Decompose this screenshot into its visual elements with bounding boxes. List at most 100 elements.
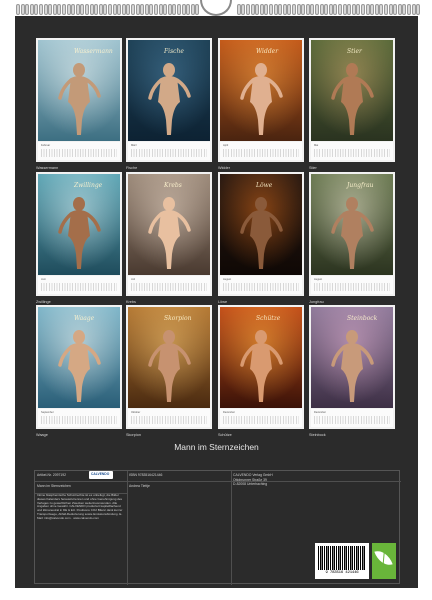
month-image-card: Waage September [36, 305, 122, 429]
binding-ring [71, 4, 76, 15]
zodiac-caption: Schütze [218, 433, 232, 437]
binding-ring [117, 4, 122, 15]
hanger-hook [200, 0, 232, 16]
strip-month-label: Mai [314, 144, 319, 147]
binding-ring [34, 4, 39, 15]
strip-month-label: Juni [41, 278, 46, 281]
binding-ring [301, 4, 306, 15]
binding-ring [177, 4, 181, 15]
day-ticks [314, 416, 390, 424]
zodiac-script-label: Jungfrau [347, 182, 374, 189]
binding-ring [85, 4, 89, 15]
zodiac-script-label: Skorpion [164, 315, 192, 322]
zodiac-artwork: Krebs [128, 174, 210, 275]
binding-ring [108, 4, 112, 15]
binding-ring [140, 4, 145, 15]
strip-month-label: Juli [131, 278, 135, 281]
zodiac-artwork: Waage [38, 307, 120, 408]
strip-month-label: April [223, 144, 229, 147]
binding-ring [80, 4, 85, 15]
binding-ring [52, 4, 57, 15]
binding-ring [374, 4, 379, 15]
zodiac-script-label: Fische [164, 48, 184, 55]
day-ticks [131, 149, 207, 157]
strip-month-label: Dezember [314, 411, 326, 414]
zodiac-caption: Löwe [218, 300, 228, 304]
binding-ring [94, 4, 99, 15]
strip-month-label: August [223, 278, 232, 281]
month-image-card: Schütze Dezember [218, 305, 304, 429]
binding-ring [393, 4, 398, 15]
strip-month-label: März [131, 144, 137, 147]
binding-ring [273, 4, 278, 15]
binding-ring [287, 4, 292, 15]
binding-ring [66, 4, 71, 15]
binding-ring [167, 4, 172, 15]
binding-ring [402, 4, 407, 15]
day-ticks [131, 283, 207, 291]
binding-ring [236, 4, 241, 15]
binding-ring [241, 4, 246, 15]
binding-ring [89, 4, 94, 15]
zodiac-caption: Waage [36, 433, 48, 437]
binding-ring [75, 4, 80, 15]
binding-ring [121, 4, 126, 15]
info-title: Mann im Sternzeichen [37, 484, 71, 488]
binding-ring [388, 4, 393, 15]
calendar-title: Mann im Sternzeichen [174, 442, 259, 452]
binding-ring [195, 4, 200, 15]
zodiac-caption: Krebs [126, 300, 136, 304]
month-date-strip: Mai [311, 142, 393, 160]
zodiac-artwork: Löwe [220, 174, 302, 275]
zodiac-script-label: Wassermann [74, 48, 113, 55]
binding-ring [16, 4, 20, 15]
zodiac-caption: Stier [309, 166, 317, 170]
day-ticks [41, 283, 117, 291]
binding-ring [315, 4, 319, 15]
calvendo-logo: CALVENDO [89, 471, 113, 479]
binding-ring [384, 4, 388, 15]
strip-month-label: August [314, 278, 323, 281]
binding-ring [163, 4, 168, 15]
zodiac-caption: Widder [218, 166, 231, 170]
binding-ring [149, 4, 154, 15]
binding-ring [370, 4, 375, 15]
zodiac-artwork: Steinbock [311, 307, 393, 408]
binding-ring [338, 4, 342, 15]
month-image-card: Fische März [126, 38, 212, 162]
barcode-digits: 9 783516 421446 [325, 571, 359, 575]
binding-ring [324, 4, 329, 15]
binding-ring [131, 4, 135, 15]
month-date-strip: April [220, 142, 302, 160]
month-image-card: Stier Mai [309, 38, 395, 162]
zodiac-artwork: Skorpion [128, 307, 210, 408]
publisher-city: D-82008 Unterhaching [233, 482, 268, 486]
zodiac-caption: Jungfrau [309, 300, 324, 304]
zodiac-script-label: Steinbock [347, 315, 378, 322]
zodiac-artwork: Widder [220, 40, 302, 141]
binding-ring [144, 4, 149, 15]
binding-ring [379, 4, 384, 15]
binding-ring [411, 4, 416, 15]
binding-ring [255, 4, 260, 15]
binding-ring [43, 4, 48, 15]
month-image-card: Widder April [218, 38, 304, 162]
binding-ring [292, 4, 296, 15]
month-date-strip: Juni [38, 276, 120, 294]
month-date-strip: Dezember [311, 409, 393, 427]
zodiac-artwork: Stier [311, 40, 393, 141]
binding-ring [250, 4, 255, 15]
binding-ring [246, 4, 250, 15]
zodiac-artwork: Jungfrau [311, 174, 393, 275]
month-image-card: Steinbock Dezember [309, 305, 395, 429]
binding-ring [278, 4, 283, 15]
binding-ring [361, 4, 365, 15]
binding-ring [57, 4, 62, 15]
binding-ring [181, 4, 186, 15]
binding-ring [126, 4, 131, 15]
binding-ring [347, 4, 352, 15]
isbn-barcode: 9 783516 421446 [315, 543, 369, 579]
zodiac-script-label: Krebs [164, 182, 182, 189]
binding-ring [269, 4, 273, 15]
month-image-card: Jungfrau August [309, 172, 395, 296]
